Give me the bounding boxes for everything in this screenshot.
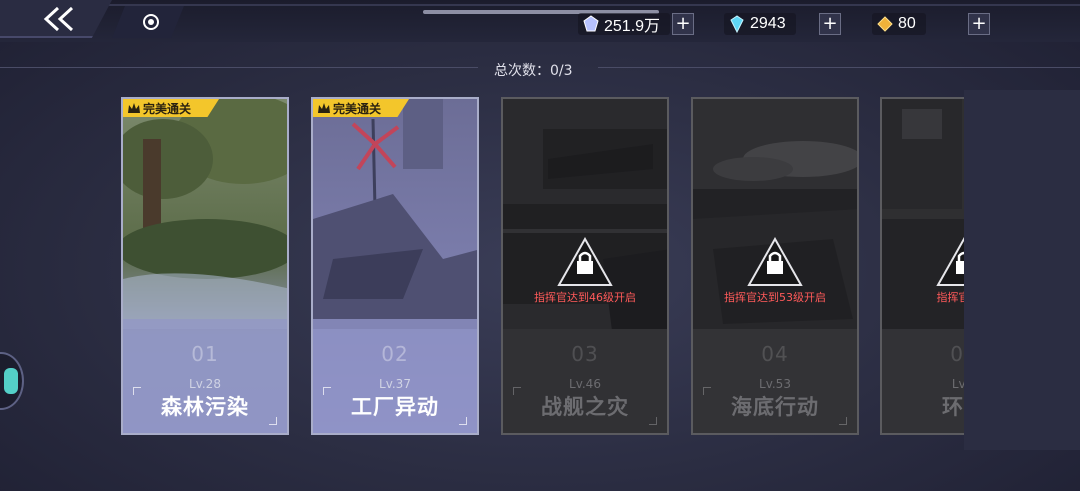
double-chevron-left-icon: [43, 6, 74, 32]
frame-corner: [649, 417, 657, 425]
gold-crystal-icon: [877, 16, 893, 32]
crown-icon: [318, 103, 330, 113]
stage-card-02[interactable]: 完美通关 02 Lv.37 工厂异动: [311, 97, 479, 435]
currency-diamond: 2943: [724, 13, 796, 35]
stage-card-03[interactable]: 指挥官达到46级开启 03 Lv.46 战舰之灾: [501, 97, 669, 435]
stage-card-04[interactable]: 指挥官达到53级开启 04 Lv.53 海底行动: [691, 97, 859, 435]
badge-label: 完美通关: [143, 101, 192, 116]
silver-gem-icon: [583, 15, 599, 32]
divider-left: [0, 67, 478, 68]
divider-right: [598, 67, 1080, 68]
frame-corner: [839, 417, 847, 425]
top-divider: [0, 4, 1080, 6]
lock-icon: [747, 237, 803, 286]
stage-name: 工厂异动: [351, 395, 439, 419]
stage-name: 森林污染: [161, 395, 249, 419]
badge-label: 完美通关: [333, 101, 382, 116]
crown-icon: [128, 103, 140, 113]
perfect-clear-badge: 完美通关: [313, 99, 409, 117]
stage-card-01[interactable]: 完美通关 01 Lv.28 森林污染: [121, 97, 289, 435]
stage-level: Lv.46: [569, 377, 601, 391]
stage-level: Lv.28: [189, 377, 221, 391]
assistant-icon: [4, 368, 18, 394]
frame-corner: [459, 417, 467, 425]
stage-number: 03: [571, 342, 599, 366]
total-attempts: 总次数：0/3: [494, 63, 573, 79]
record-icon: [143, 14, 159, 30]
frame-corner: [269, 417, 277, 425]
gold-value: 80: [898, 15, 916, 32]
scroll-clip-mask: [964, 90, 1080, 450]
stage-level: Lv.53: [759, 377, 791, 391]
stage-number: 01: [191, 342, 219, 366]
stage-number: 04: [761, 342, 789, 366]
add-silver-button[interactable]: +: [672, 13, 694, 35]
add-diamond-button[interactable]: +: [819, 13, 841, 35]
lock-icon: [557, 237, 613, 286]
diamond-icon: [730, 15, 744, 33]
stage-level: Lv.37: [379, 377, 411, 391]
currency-silver: 251.9万: [578, 13, 671, 35]
perfect-clear-badge: 完美通关: [123, 99, 219, 117]
diamond-value: 2943: [750, 15, 786, 32]
add-gold-button[interactable]: +: [968, 13, 990, 35]
silver-value: 251.9万: [604, 18, 661, 35]
currency-gold: 80: [872, 13, 926, 35]
unlock-requirement: 指挥官达到53级开启: [724, 291, 826, 304]
side-assistant-button[interactable]: [0, 352, 24, 410]
stage-name: 海底行动: [731, 395, 819, 419]
stage-name: 战舰之灾: [541, 395, 629, 419]
unlock-requirement: 指挥官达到46级开启: [534, 291, 636, 304]
stage-number: 02: [381, 342, 409, 366]
